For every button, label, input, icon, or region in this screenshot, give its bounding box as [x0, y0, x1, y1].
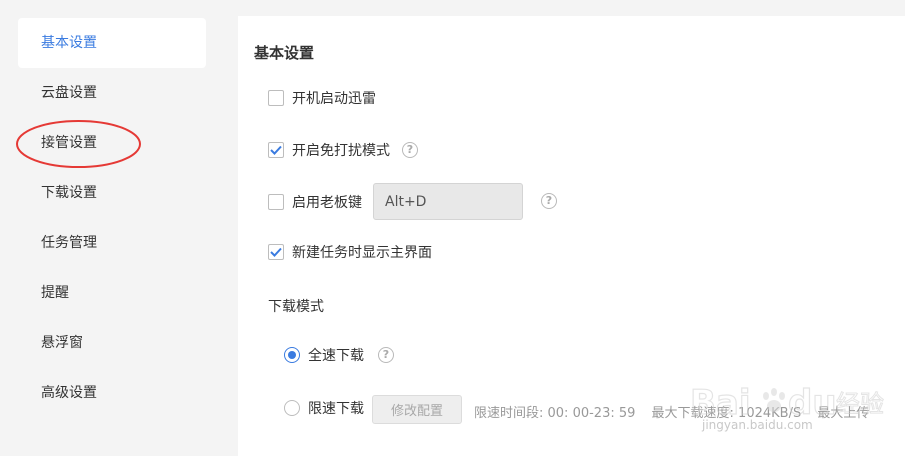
dnd-mode-label: 开启免打扰模式 — [292, 143, 390, 159]
option-boss-key[interactable]: 启用老板键 — [268, 192, 362, 212]
show-main-checkbox[interactable] — [268, 244, 284, 260]
limit-max-download: 最大下载速度: 1024KB/S — [651, 406, 802, 421]
option-show-main-on-new-task[interactable]: 新建任务时显示主界面 — [268, 242, 432, 262]
option-auto-start[interactable]: 开机启动迅雷 — [268, 88, 376, 108]
sidebar-item-cloud-settings[interactable]: 云盘设置 — [18, 68, 206, 118]
limit-max-upload: 最大上传 — [817, 406, 870, 421]
settings-panel: 基本设置 开机启动迅雷 开启免打扰模式 ? 启用老板键 ? 新建任务时显示主界面… — [238, 16, 905, 456]
sidebar-item-advanced-settings[interactable]: 高级设置 — [18, 368, 206, 418]
limit-time-range: 限速时间段: 00: 00-23: 59 — [474, 406, 636, 421]
download-mode-title: 下载模式 — [268, 299, 324, 315]
option-full-speed[interactable]: 全速下载 ? — [284, 345, 394, 365]
limit-info: 限速时间段: 00: 00-23: 59 最大下载速度: 1024KB/S 最大… — [474, 402, 881, 421]
dnd-mode-checkbox[interactable] — [268, 142, 284, 158]
settings-sidebar: 基本设置 云盘设置 接管设置 下载设置 任务管理 提醒 悬浮窗 高级设置 — [0, 0, 225, 456]
auto-start-checkbox[interactable] — [268, 90, 284, 106]
boss-key-hotkey-input[interactable] — [373, 183, 523, 220]
limited-speed-radio[interactable] — [284, 400, 300, 416]
sidebar-item-task-management[interactable]: 任务管理 — [18, 218, 206, 268]
option-limited-speed[interactable]: 限速下载 — [284, 398, 364, 418]
limited-speed-label: 限速下载 — [308, 401, 364, 417]
checkmark-icon — [270, 145, 282, 155]
help-icon[interactable]: ? — [541, 193, 557, 209]
auto-start-label: 开机启动迅雷 — [292, 91, 376, 107]
sidebar-item-basic-settings[interactable]: 基本设置 — [18, 18, 206, 68]
show-main-label: 新建任务时显示主界面 — [292, 245, 432, 261]
option-dnd-mode[interactable]: 开启免打扰模式 ? — [268, 140, 418, 160]
help-icon[interactable]: ? — [402, 142, 418, 158]
boss-key-checkbox[interactable] — [268, 194, 284, 210]
checkmark-icon — [270, 247, 282, 257]
sidebar-item-reminders[interactable]: 提醒 — [18, 268, 206, 318]
full-speed-radio[interactable] — [284, 347, 300, 363]
sidebar-item-floating-window[interactable]: 悬浮窗 — [18, 318, 206, 368]
page-title: 基本设置 — [254, 44, 315, 62]
help-icon[interactable]: ? — [378, 347, 394, 363]
sidebar-item-download-settings[interactable]: 下载设置 — [18, 168, 206, 218]
modify-config-button[interactable]: 修改配置 — [372, 395, 462, 424]
sidebar-item-takeover-settings[interactable]: 接管设置 — [18, 118, 206, 168]
boss-key-label: 启用老板键 — [292, 195, 362, 211]
full-speed-label: 全速下载 — [308, 348, 364, 364]
